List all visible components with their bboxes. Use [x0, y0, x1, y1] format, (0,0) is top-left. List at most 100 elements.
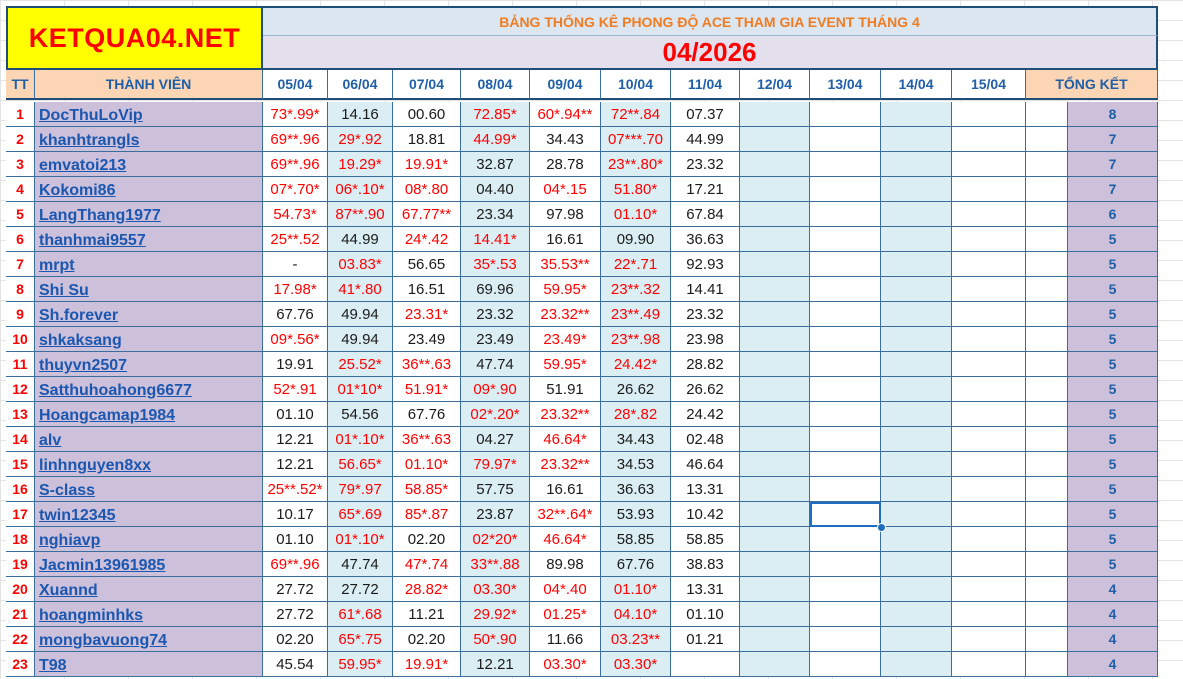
score-cell[interactable] [810, 377, 881, 402]
score-cell[interactable] [740, 202, 810, 227]
score-cell[interactable] [810, 202, 881, 227]
score-cell[interactable] [740, 227, 810, 252]
member-name-link[interactable]: Kokomi86 [35, 177, 263, 202]
score-cell[interactable]: 67.77** [393, 202, 461, 227]
score-cell[interactable]: 10.42 [671, 502, 740, 527]
score-cell[interactable] [881, 302, 952, 327]
score-cell[interactable]: 53.93 [601, 502, 671, 527]
total-score[interactable]: 5 [1068, 302, 1158, 327]
score-cell[interactable]: 27.72 [263, 602, 328, 627]
member-name-link[interactable]: mrpt [35, 252, 263, 277]
score-cell[interactable]: 23.32** [530, 402, 601, 427]
member-name-link[interactable]: S-class [35, 477, 263, 502]
score-cell[interactable]: 11.21 [393, 602, 461, 627]
score-cell[interactable]: 52*.91 [263, 377, 328, 402]
score-cell[interactable]: 01*10* [328, 377, 393, 402]
score-cell[interactable]: 23**.98 [601, 327, 671, 352]
score-cell[interactable]: 01.10 [671, 602, 740, 627]
empty-cell[interactable] [1026, 327, 1068, 352]
score-cell[interactable]: 34.43 [601, 427, 671, 452]
score-cell[interactable]: 02*.20* [461, 402, 530, 427]
total-score[interactable]: 4 [1068, 602, 1158, 627]
selected-cell[interactable] [810, 502, 881, 527]
score-cell[interactable]: 01.25* [530, 602, 601, 627]
score-cell[interactable] [810, 152, 881, 177]
score-cell[interactable] [810, 352, 881, 377]
total-score[interactable]: 4 [1068, 577, 1158, 602]
total-score[interactable]: 5 [1068, 327, 1158, 352]
score-cell[interactable] [810, 627, 881, 652]
score-cell[interactable]: 12.21 [263, 452, 328, 477]
score-cell[interactable]: 01.10* [601, 202, 671, 227]
score-cell[interactable]: 51.80* [601, 177, 671, 202]
score-cell[interactable] [740, 477, 810, 502]
score-cell[interactable] [952, 102, 1026, 127]
score-cell[interactable]: 26.62 [601, 377, 671, 402]
score-cell[interactable]: 36**.63 [393, 427, 461, 452]
score-cell[interactable]: 49.94 [328, 327, 393, 352]
member-name-link[interactable]: T98 [35, 652, 263, 677]
score-cell[interactable]: 09*.90 [461, 377, 530, 402]
score-cell[interactable]: 58.85 [601, 527, 671, 552]
empty-cell[interactable] [1026, 427, 1068, 452]
score-cell[interactable]: 10.17 [263, 502, 328, 527]
member-name-link[interactable]: alv [35, 427, 263, 452]
score-cell[interactable]: 79.97* [461, 452, 530, 477]
score-cell[interactable]: 67.84 [671, 202, 740, 227]
score-cell[interactable] [952, 302, 1026, 327]
score-cell[interactable]: 32.87 [461, 152, 530, 177]
score-cell[interactable] [740, 152, 810, 177]
row-number[interactable]: 10 [6, 327, 35, 352]
total-score[interactable]: 5 [1068, 227, 1158, 252]
score-cell[interactable]: 67.76 [263, 302, 328, 327]
score-cell[interactable]: 01*.10* [328, 527, 393, 552]
score-cell[interactable]: 36.63 [601, 477, 671, 502]
empty-cell[interactable] [1026, 402, 1068, 427]
member-name-link[interactable]: DocThuLoVip [35, 102, 263, 127]
row-number[interactable]: 3 [6, 152, 35, 177]
score-cell[interactable] [881, 327, 952, 352]
score-cell[interactable] [881, 127, 952, 152]
score-cell[interactable]: 03.30* [530, 652, 601, 677]
member-name-link[interactable]: Hoangcamap1984 [35, 402, 263, 427]
score-cell[interactable] [740, 627, 810, 652]
score-cell[interactable]: 07***.70 [601, 127, 671, 152]
score-cell[interactable]: 19.91* [393, 652, 461, 677]
score-cell[interactable]: 13.31 [671, 577, 740, 602]
score-cell[interactable]: 56.65* [328, 452, 393, 477]
score-cell[interactable]: 01.10* [393, 452, 461, 477]
score-cell[interactable]: 19.91 [263, 352, 328, 377]
score-cell[interactable]: 12.21 [461, 652, 530, 677]
score-cell[interactable]: 56.65 [393, 252, 461, 277]
score-cell[interactable] [810, 477, 881, 502]
score-cell[interactable] [740, 127, 810, 152]
score-cell[interactable]: 26.62 [671, 377, 740, 402]
score-cell[interactable] [740, 527, 810, 552]
score-cell[interactable]: 14.16 [328, 102, 393, 127]
empty-cell[interactable] [1026, 552, 1068, 577]
row-number[interactable]: 17 [6, 502, 35, 527]
score-cell[interactable]: 25**.52* [263, 477, 328, 502]
score-cell[interactable]: 19.29* [328, 152, 393, 177]
score-cell[interactable]: 22*.71 [601, 252, 671, 277]
member-name-link[interactable]: Xuannd [35, 577, 263, 602]
score-cell[interactable] [952, 127, 1026, 152]
score-cell[interactable] [952, 402, 1026, 427]
score-cell[interactable]: 46.64 [671, 452, 740, 477]
total-score[interactable]: 4 [1068, 627, 1158, 652]
score-cell[interactable]: 02*20* [461, 527, 530, 552]
header-date[interactable]: 11/04 [671, 70, 740, 100]
member-name-link[interactable]: twin12345 [35, 502, 263, 527]
empty-cell[interactable] [1026, 152, 1068, 177]
score-cell[interactable]: 04.27 [461, 427, 530, 452]
total-score[interactable]: 5 [1068, 452, 1158, 477]
total-score[interactable]: 5 [1068, 352, 1158, 377]
empty-cell[interactable] [1026, 652, 1068, 677]
fill-handle[interactable] [877, 523, 886, 532]
score-cell[interactable] [881, 502, 952, 527]
header-date[interactable]: 07/04 [393, 70, 461, 100]
row-number[interactable]: 7 [6, 252, 35, 277]
score-cell[interactable]: 54.73* [263, 202, 328, 227]
score-cell[interactable]: 01*.10* [328, 427, 393, 452]
empty-cell[interactable] [1026, 102, 1068, 127]
